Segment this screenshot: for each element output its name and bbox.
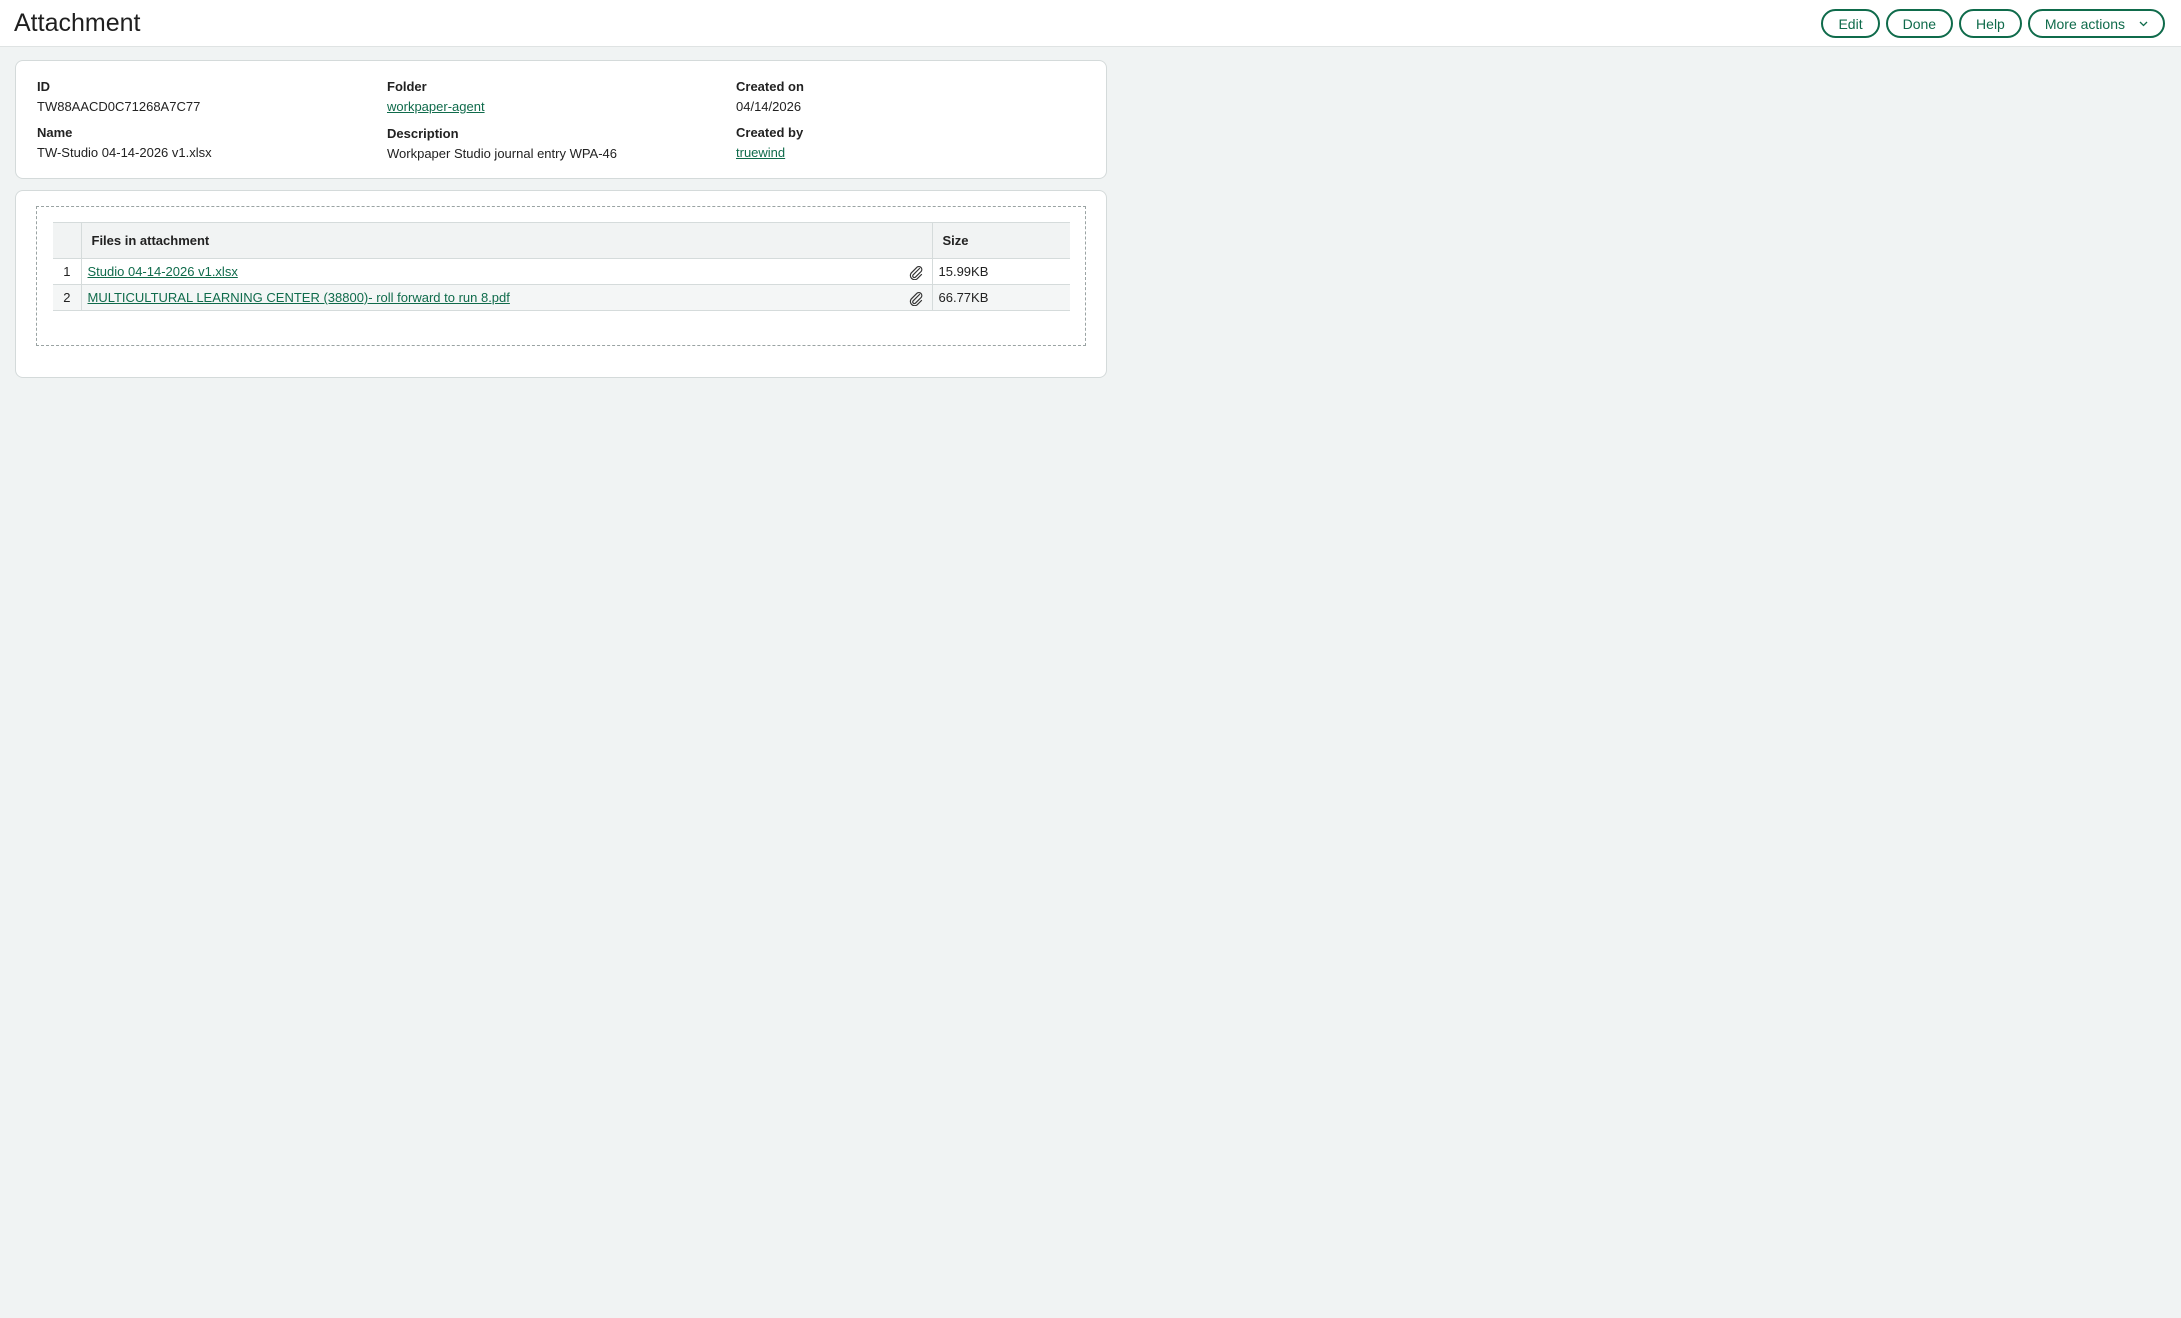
paperclip-icon[interactable] (908, 290, 924, 306)
created-on-label: Created on (736, 79, 804, 94)
file-cell: MULTICULTURAL LEARNING CENTER (38800)- r… (80, 284, 932, 311)
created-on-value: 04/14/2026 (736, 99, 802, 114)
id-value: TW88AACD0C71268A7C77 (37, 99, 201, 114)
header-actions: Edit Done Help More actions (1821, 9, 2165, 38)
name-field: Name TW-Studio 04-14-2026 v1.xlsx (37, 125, 212, 161)
done-button[interactable]: Done (1885, 9, 1954, 38)
id-label: ID (37, 79, 50, 94)
description-value: Workpaper Studio journal entry WPA-46 (387, 146, 618, 161)
id-field: ID TW88AACD0C71268A7C77 (37, 79, 200, 115)
paperclip-icon[interactable] (908, 264, 924, 280)
edit-button[interactable]: Edit (1821, 9, 1880, 38)
created-by-link[interactable]: truewind (736, 145, 785, 160)
name-value: TW-Studio 04-14-2026 v1.xlsx (37, 145, 212, 160)
file-size: 15.99KB (931, 258, 1070, 285)
created-by-field: Created by truewind (736, 125, 803, 161)
file-size: 66.77KB (931, 284, 1070, 311)
help-button[interactable]: Help (1959, 9, 2022, 38)
folder-link[interactable]: workpaper-agent (387, 99, 485, 114)
files-card: Files in attachment Size 1 Studio 04-14-… (15, 190, 1107, 378)
row-index: 2 (53, 284, 81, 311)
table-header-row: Files in attachment Size (53, 222, 1070, 259)
name-label: Name (37, 125, 73, 140)
attachment-details-card: ID TW88AACD0C71268A7C77 Folder workpaper… (15, 60, 1107, 179)
table-row: 2 MULTICULTURAL LEARNING CENTER (38800)-… (53, 284, 1070, 311)
files-column-header: Files in attachment (80, 222, 932, 259)
more-actions-label: More actions (2044, 15, 2125, 32)
files-table: Files in attachment Size 1 Studio 04-14-… (53, 222, 1070, 311)
size-column-header: Size (931, 222, 1070, 259)
chevron-down-icon (2139, 21, 2148, 27)
row-index: 1 (53, 258, 81, 285)
folder-label: Folder (387, 79, 427, 94)
created-on-field: Created on 04/14/2026 (736, 79, 804, 115)
table-row: 1 Studio 04-14-2026 v1.xlsx 15.99KB (53, 258, 1070, 285)
more-actions-button[interactable]: More actions (2027, 9, 2165, 38)
description-label: Description (387, 126, 459, 141)
description-field: Description Workpaper Studio journal ent… (387, 126, 617, 162)
file-link[interactable]: MULTICULTURAL LEARNING CENTER (38800)- r… (88, 290, 510, 305)
files-dropzone: Files in attachment Size 1 Studio 04-14-… (36, 206, 1086, 346)
page-title: Attachment (14, 9, 141, 37)
created-by-label: Created by (736, 125, 804, 140)
page-header: Attachment Edit Done Help More actions (0, 0, 2181, 47)
file-link[interactable]: Studio 04-14-2026 v1.xlsx (88, 264, 238, 279)
folder-field: Folder workpaper-agent (387, 79, 485, 115)
file-cell: Studio 04-14-2026 v1.xlsx (80, 258, 932, 285)
row-number-header (53, 222, 81, 259)
